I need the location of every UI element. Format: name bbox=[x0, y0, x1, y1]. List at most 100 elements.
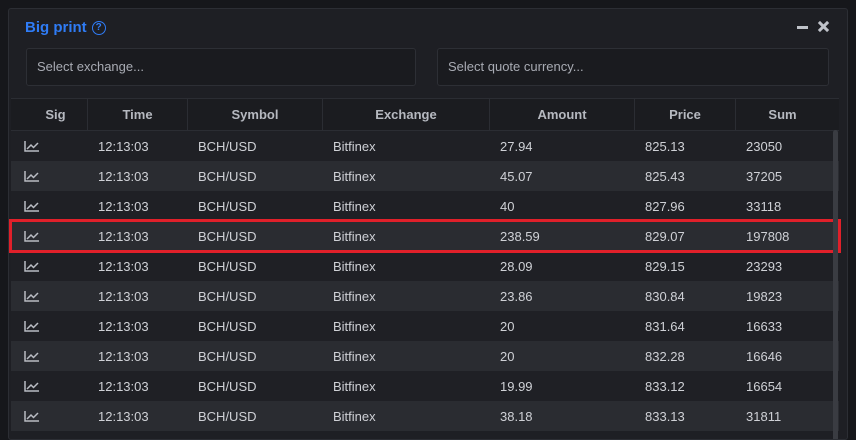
time-cell: 12:13:03 bbox=[98, 228, 149, 244]
column-header-time[interactable]: Time bbox=[88, 99, 188, 130]
exchange-cell: Bitfinex bbox=[333, 198, 376, 214]
line-chart-icon bbox=[24, 261, 39, 272]
table-row[interactable]: 12:13:03 BCH/USD Bitfinex 27.94 825.13 23050 bbox=[11, 131, 839, 161]
sig-cell[interactable] bbox=[11, 380, 88, 392]
exchange-cell: Bitfinex bbox=[333, 378, 376, 394]
window-controls bbox=[797, 21, 829, 32]
amount-cell: 27.94 bbox=[500, 138, 533, 154]
symbol-cell: BCH/USD bbox=[198, 138, 257, 154]
symbol-cell: BCH/USD bbox=[198, 408, 257, 424]
exchange-select[interactable]: Select exchange... bbox=[26, 48, 416, 86]
time-cell: 12:13:03 bbox=[98, 198, 149, 214]
price-cell: 829.07 bbox=[645, 228, 685, 244]
line-chart-icon bbox=[24, 321, 39, 332]
sum-cell: 37205 bbox=[746, 168, 783, 184]
symbol-cell: BCH/USD bbox=[198, 258, 257, 274]
amount-cell: 38.18 bbox=[500, 408, 533, 424]
column-header-price[interactable]: Price bbox=[635, 99, 736, 130]
time-cell: 12:13:03 bbox=[98, 168, 149, 184]
symbol-cell: BCH/USD bbox=[198, 168, 257, 184]
amount-cell: 19.99 bbox=[500, 378, 533, 394]
table-scrollbar[interactable] bbox=[833, 130, 838, 439]
column-header-sig[interactable]: Sig bbox=[11, 99, 88, 130]
line-chart-icon bbox=[24, 201, 39, 212]
column-header-amount[interactable]: Amount bbox=[490, 99, 635, 130]
amount-cell: 40 bbox=[500, 198, 515, 214]
price-cell: 833.13 bbox=[645, 408, 685, 424]
sum-cell: 33118 bbox=[746, 198, 782, 214]
sig-cell[interactable] bbox=[11, 140, 88, 152]
time-cell: 12:13:03 bbox=[98, 408, 149, 424]
sig-cell[interactable] bbox=[11, 260, 88, 272]
panel-title: Big print ? bbox=[25, 19, 106, 36]
exchange-cell: Bitfinex bbox=[333, 348, 376, 364]
sum-cell: 16633 bbox=[746, 318, 783, 334]
exchange-cell: Bitfinex bbox=[333, 288, 376, 304]
price-cell: 827.96 bbox=[645, 198, 685, 214]
sum-cell: 23293 bbox=[746, 258, 783, 274]
sum-cell: 19823 bbox=[746, 288, 783, 304]
sig-cell[interactable] bbox=[11, 200, 88, 212]
price-cell: 833.12 bbox=[645, 378, 685, 394]
exchange-cell: Bitfinex bbox=[333, 318, 376, 334]
line-chart-icon bbox=[24, 411, 39, 422]
line-chart-icon bbox=[24, 351, 39, 362]
line-chart-icon bbox=[24, 381, 39, 392]
amount-cell: 23.86 bbox=[500, 288, 533, 304]
table-row[interactable]: 12:13:03 BCH/USD Bitfinex 20 831.64 16633 bbox=[11, 311, 839, 341]
line-chart-icon bbox=[24, 141, 39, 152]
time-cell: 12:13:03 bbox=[98, 348, 149, 364]
table-row[interactable]: 12:13:03 BCH/USD Bitfinex 38.18 833.13 31811 bbox=[11, 401, 839, 431]
table-row[interactable]: 12:13:03 BCH/USD Bitfinex 45.07 825.43 37205 bbox=[11, 161, 839, 191]
time-cell: 12:13:03 bbox=[98, 258, 149, 274]
panel-title-text: Big print bbox=[25, 19, 87, 36]
sig-cell[interactable] bbox=[11, 170, 88, 182]
symbol-cell: BCH/USD bbox=[198, 288, 257, 304]
exchange-cell: Bitfinex bbox=[333, 138, 376, 154]
sig-cell[interactable] bbox=[11, 320, 88, 332]
price-cell: 830.84 bbox=[645, 288, 685, 304]
quote-currency-select[interactable]: Select quote currency... bbox=[437, 48, 829, 86]
table-row[interactable]: 12:13:03 BCH/USD Bitfinex 23.86 830.84 19823 bbox=[11, 281, 839, 311]
amount-cell: 238.59 bbox=[500, 228, 540, 244]
sig-cell[interactable] bbox=[11, 290, 88, 302]
table-row[interactable]: 12:13:03 BCH/USD Bitfinex 20 832.28 16646 bbox=[11, 341, 839, 371]
table-row[interactable]: 12:13:03 BCH/USD Bitfinex 19.99 833.12 16654 bbox=[11, 371, 839, 401]
line-chart-icon bbox=[24, 231, 39, 242]
table-header: Sig Time Symbol Exchange Amount Price Su… bbox=[11, 98, 839, 131]
sum-cell: 197808 bbox=[746, 228, 790, 244]
amount-cell: 20 bbox=[500, 348, 515, 364]
amount-cell: 45.07 bbox=[500, 168, 533, 184]
price-cell: 825.43 bbox=[645, 168, 685, 184]
symbol-cell: BCH/USD bbox=[198, 228, 257, 244]
price-cell: 829.15 bbox=[645, 258, 685, 274]
minimize-icon[interactable] bbox=[797, 21, 808, 32]
time-cell: 12:13:03 bbox=[98, 378, 149, 394]
column-header-sum[interactable]: Sum bbox=[736, 99, 829, 130]
sig-cell[interactable] bbox=[11, 230, 88, 242]
help-icon[interactable]: ? bbox=[91, 20, 106, 35]
exchange-cell: Bitfinex bbox=[333, 228, 376, 244]
exchange-cell: Bitfinex bbox=[333, 168, 376, 184]
big-print-table: Sig Time Symbol Exchange Amount Price Su… bbox=[9, 98, 841, 431]
symbol-cell: BCH/USD bbox=[198, 378, 257, 394]
close-icon[interactable] bbox=[818, 21, 829, 32]
symbol-cell: BCH/USD bbox=[198, 348, 257, 364]
time-cell: 12:13:03 bbox=[98, 318, 149, 334]
sig-cell[interactable] bbox=[11, 410, 88, 422]
big-print-panel: Big print ? Select exchange... Select qu… bbox=[8, 8, 848, 440]
table-row-highlighted[interactable]: 12:13:03 BCH/USD Bitfinex 238.59 829.07 19780… bbox=[9, 219, 841, 253]
table-row[interactable]: 12:13:03 BCH/USD Bitfinex 40 827.96 33118 bbox=[11, 191, 839, 221]
line-chart-icon bbox=[24, 171, 39, 182]
sum-cell: 31811 bbox=[746, 408, 782, 424]
column-header-exchange[interactable]: Exchange bbox=[323, 99, 490, 130]
price-cell: 831.64 bbox=[645, 318, 685, 334]
column-header-symbol[interactable]: Symbol bbox=[188, 99, 323, 130]
line-chart-icon bbox=[24, 291, 39, 302]
sum-cell: 23050 bbox=[746, 138, 783, 154]
exchange-cell: Bitfinex bbox=[333, 258, 376, 274]
sig-cell[interactable] bbox=[11, 350, 88, 362]
time-cell: 12:13:03 bbox=[98, 288, 149, 304]
table-row[interactable]: 12:13:03 BCH/USD Bitfinex 28.09 829.15 23293 bbox=[11, 251, 839, 281]
price-cell: 825.13 bbox=[645, 138, 685, 154]
